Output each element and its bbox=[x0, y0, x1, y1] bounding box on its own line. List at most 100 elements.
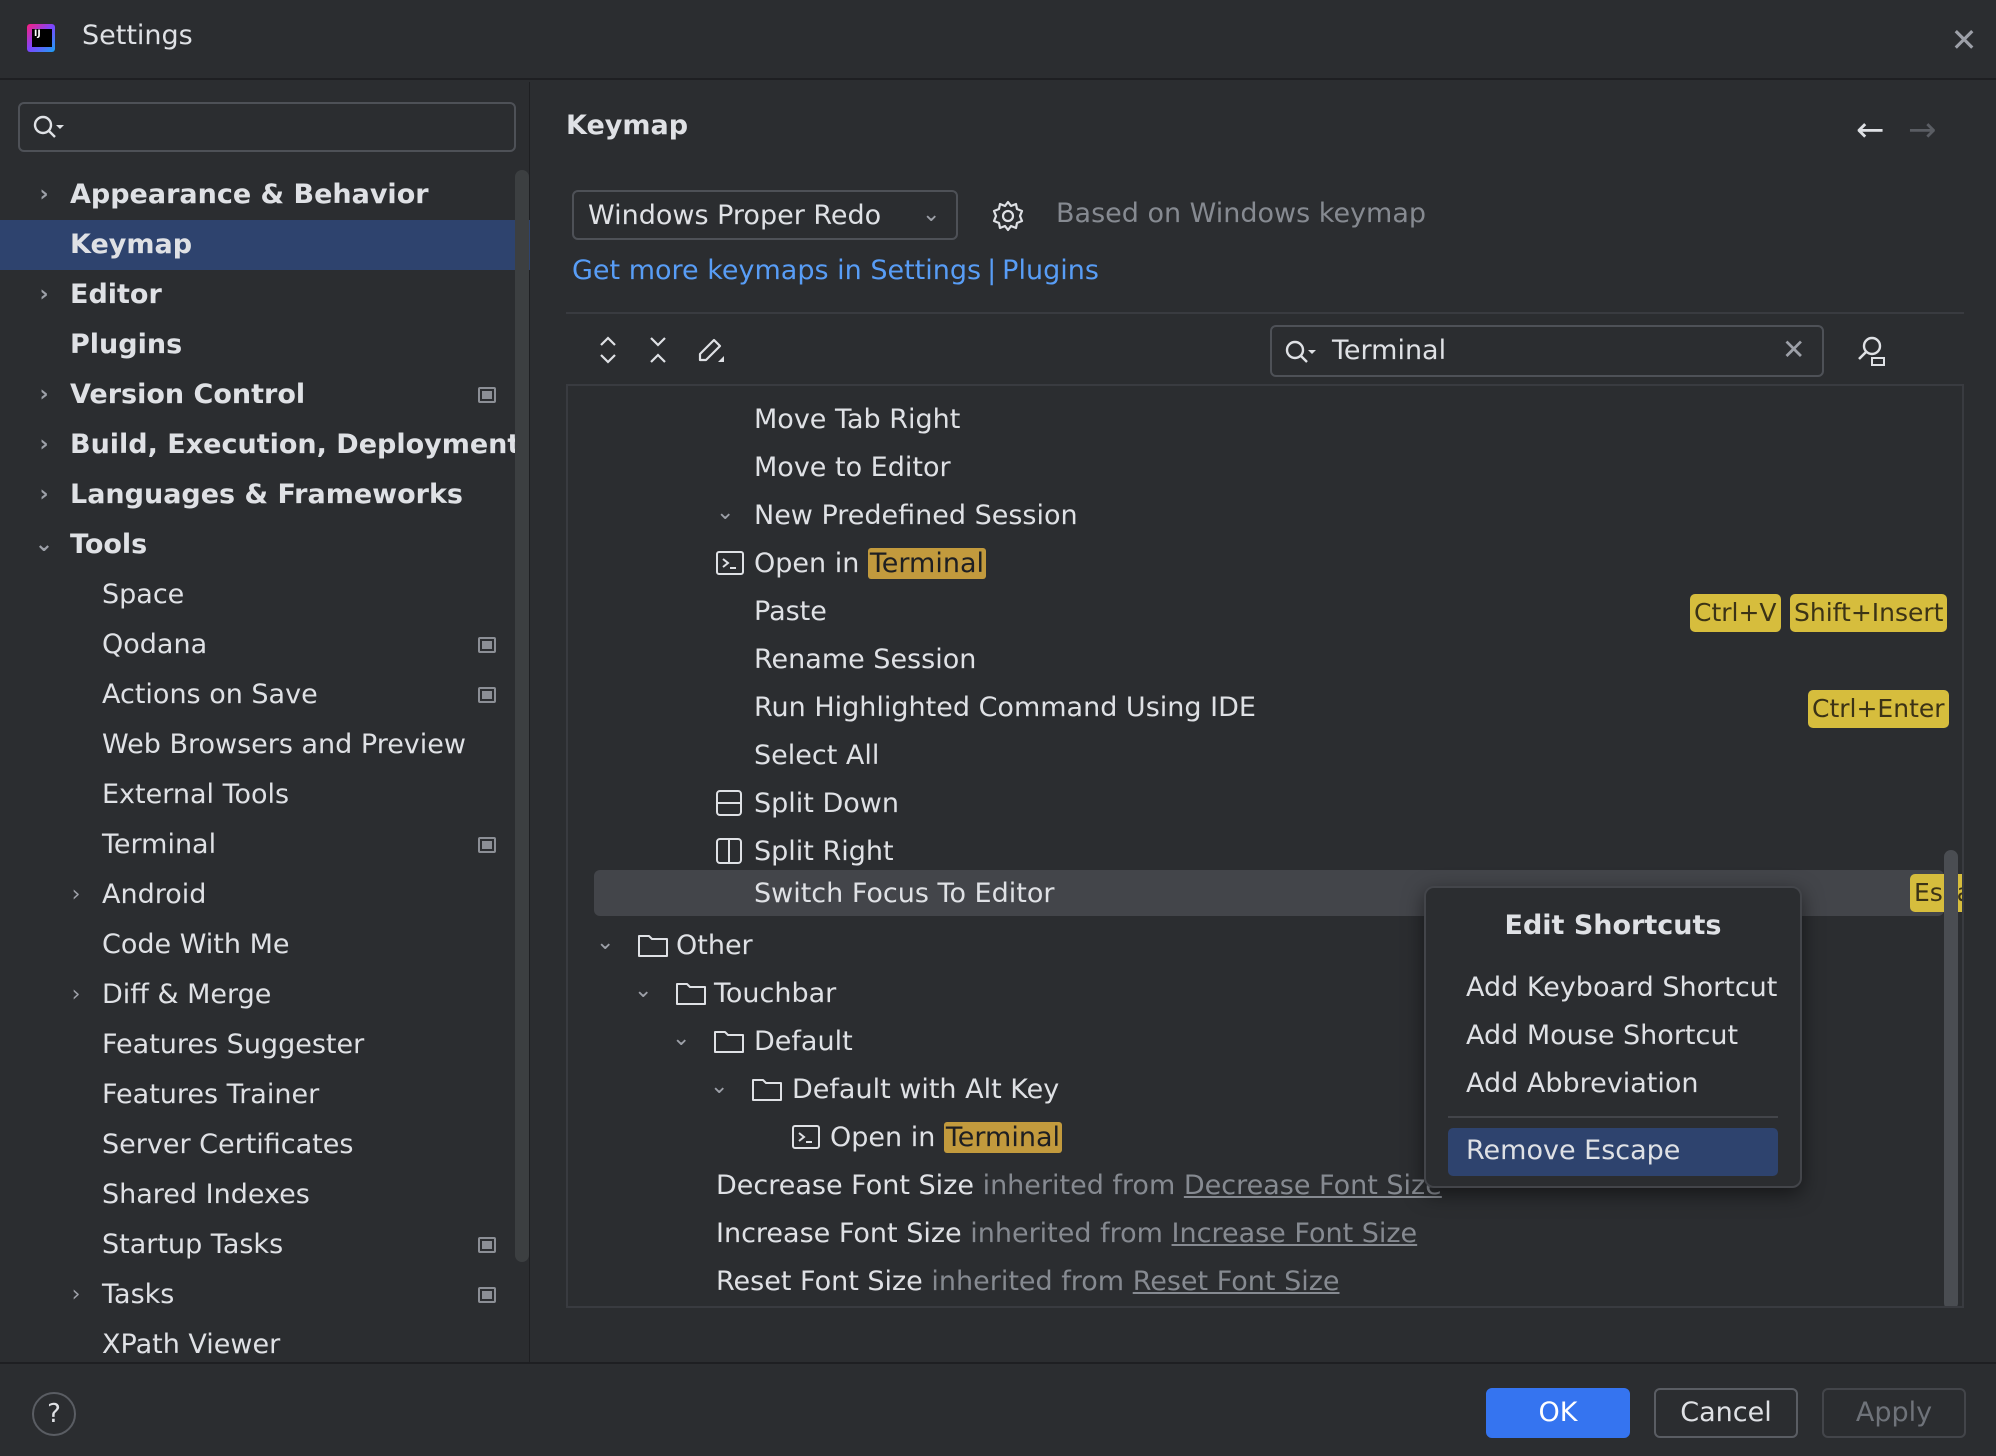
sidebar-scrollbar[interactable] bbox=[515, 170, 529, 1262]
sidebar-item[interactable]: › Diff & Merge bbox=[0, 970, 530, 1020]
sidebar-item-label: Diff & Merge bbox=[102, 979, 272, 1010]
sidebar-item[interactable]: External Tools bbox=[0, 770, 530, 820]
sidebar-item[interactable]: Space bbox=[0, 570, 530, 620]
shortcut-badge: Ctrl+V bbox=[1690, 594, 1781, 632]
actions-scrollbar[interactable] bbox=[1944, 850, 1958, 1306]
sidebar-item[interactable]: Web Browsers and Preview bbox=[0, 720, 530, 770]
sidebar-item[interactable]: › Editor bbox=[0, 270, 530, 320]
chevron-right-icon[interactable]: › bbox=[64, 970, 88, 1020]
add-mouse-shortcut-item[interactable]: Add Mouse Shortcut bbox=[1466, 1020, 1738, 1051]
sidebar-item[interactable]: Terminal bbox=[0, 820, 530, 870]
settings-search-input[interactable] bbox=[18, 102, 516, 152]
back-arrow-icon[interactable]: ← bbox=[1856, 110, 1885, 150]
sidebar-item[interactable]: Qodana bbox=[0, 620, 530, 670]
action-label: Move to Editor bbox=[754, 452, 951, 483]
action-row[interactable]: Paste Ctrl+V Shift+Insert bbox=[568, 590, 1962, 636]
sidebar-item[interactable]: ⌄ Tools bbox=[0, 520, 530, 570]
chevron-right-icon[interactable]: › bbox=[64, 870, 88, 920]
plugins-link[interactable]: Plugins bbox=[1002, 255, 1099, 286]
apply-button[interactable]: Apply bbox=[1822, 1388, 1966, 1438]
sidebar-item[interactable]: Startup Tasks bbox=[0, 1220, 530, 1270]
chevron-down-icon[interactable]: ⌄ bbox=[672, 1026, 690, 1051]
chevron-right-icon[interactable]: › bbox=[64, 1270, 88, 1320]
action-label: Open in bbox=[830, 1122, 936, 1153]
action-row[interactable]: Rename Session bbox=[568, 638, 1962, 684]
title-bar: Settings ✕ bbox=[0, 0, 1996, 80]
forward-arrow-icon[interactable]: → bbox=[1908, 110, 1937, 150]
clear-icon[interactable]: ✕ bbox=[1782, 333, 1805, 366]
action-row[interactable]: ⌄ New Predefined Session bbox=[568, 494, 1962, 540]
edit-shortcuts-popup: Edit Shortcuts Add Keyboard Shortcut Add… bbox=[1424, 886, 1802, 1188]
action-row[interactable]: Move Tab Right bbox=[568, 398, 1962, 444]
chevron-down-icon[interactable]: ⌄ bbox=[716, 500, 734, 525]
collapse-all-icon[interactable] bbox=[640, 332, 676, 368]
chevron-right-icon[interactable]: › bbox=[32, 470, 56, 520]
sidebar-item-label: Languages & Frameworks bbox=[70, 479, 464, 510]
action-row[interactable]: Split Down bbox=[568, 782, 1962, 828]
split-right-icon bbox=[716, 838, 742, 864]
action-row[interactable]: Reset Font Size inherited from Reset Fon… bbox=[568, 1260, 1962, 1306]
inherited-link[interactable]: Increase Font Size bbox=[1172, 1218, 1418, 1249]
inherited-link[interactable]: Reset Font Size bbox=[1133, 1266, 1340, 1297]
remove-shortcut-item[interactable]: Remove Escape bbox=[1448, 1128, 1778, 1176]
find-by-shortcut-icon[interactable] bbox=[1852, 332, 1888, 368]
chevron-down-icon[interactable]: ⌄ bbox=[634, 978, 652, 1003]
expand-all-icon[interactable] bbox=[590, 332, 626, 368]
add-keyboard-shortcut-item[interactable]: Add Keyboard Shortcut bbox=[1466, 972, 1777, 1003]
sidebar-item[interactable]: › Version Control bbox=[0, 370, 530, 420]
edit-pencil-icon[interactable] bbox=[692, 332, 728, 368]
sidebar-item[interactable]: › Languages & Frameworks bbox=[0, 470, 530, 520]
folder-icon bbox=[638, 935, 668, 957]
chevron-down-icon[interactable]: ⌄ bbox=[710, 1074, 728, 1099]
action-row[interactable]: Open in Terminal bbox=[568, 542, 1962, 588]
sidebar-item[interactable]: Shared Indexes bbox=[0, 1170, 530, 1220]
chevron-right-icon[interactable]: › bbox=[32, 270, 56, 320]
chevron-down-icon[interactable]: ⌄ bbox=[596, 930, 614, 955]
close-icon[interactable]: ✕ bbox=[1946, 22, 1982, 58]
action-filter-input[interactable]: Terminal ✕ bbox=[1270, 325, 1824, 377]
keymap-links: Get more keymaps in Settings | Plugins bbox=[572, 255, 1099, 286]
help-button[interactable]: ? bbox=[32, 1392, 76, 1436]
sidebar-item-label: Terminal bbox=[102, 829, 217, 860]
filter-value: Terminal bbox=[1332, 335, 1447, 366]
sidebar-item[interactable]: Actions on Save bbox=[0, 670, 530, 720]
action-row[interactable]: Increase Font Size inherited from Increa… bbox=[568, 1212, 1962, 1258]
sidebar-item[interactable]: Features Trainer bbox=[0, 1070, 530, 1120]
gear-icon[interactable] bbox=[990, 198, 1026, 234]
cancel-button[interactable]: Cancel bbox=[1654, 1388, 1798, 1438]
action-label: Reset Font Size bbox=[716, 1266, 923, 1297]
get-keymaps-link[interactable]: Get more keymaps in Settings bbox=[572, 255, 981, 286]
action-row[interactable]: Select All bbox=[568, 734, 1962, 780]
action-row[interactable]: Run Highlighted Command Using IDE Ctrl+E… bbox=[568, 686, 1962, 732]
inherited-link[interactable]: Decrease Font Size bbox=[1184, 1170, 1442, 1201]
chevron-right-icon[interactable]: › bbox=[32, 170, 56, 220]
sidebar-item[interactable]: Server Certificates bbox=[0, 1120, 530, 1170]
sidebar-item[interactable]: › Tasks bbox=[0, 1270, 530, 1320]
sidebar-item[interactable]: Plugins bbox=[0, 320, 530, 370]
sidebar-item-label: Shared Indexes bbox=[102, 1179, 310, 1210]
inherited-label: inherited from bbox=[970, 1218, 1163, 1249]
keymap-select[interactable]: Windows Proper Redo ⌄ bbox=[572, 190, 958, 240]
sidebar-item-label: Build, Execution, Deployment bbox=[70, 429, 521, 460]
terminal-icon bbox=[716, 551, 744, 575]
search-highlight: Terminal bbox=[867, 548, 987, 579]
chevron-right-icon[interactable]: › bbox=[32, 420, 56, 470]
chevron-down-icon[interactable]: ⌄ bbox=[32, 520, 56, 570]
sidebar-item-label: Space bbox=[102, 579, 185, 610]
sidebar-item[interactable]: › Android bbox=[0, 870, 530, 920]
sidebar-item-label: Android bbox=[102, 879, 207, 910]
action-label: Run Highlighted Command Using IDE bbox=[754, 692, 1256, 723]
action-row[interactable]: Move to Editor bbox=[568, 446, 1962, 492]
sidebar-item-label: Tasks bbox=[102, 1279, 175, 1310]
sidebar-item[interactable]: › Appearance & Behavior bbox=[0, 170, 530, 220]
sidebar-item[interactable]: Code With Me bbox=[0, 920, 530, 970]
sidebar-item-label: Qodana bbox=[102, 629, 208, 660]
chevron-right-icon[interactable]: › bbox=[32, 370, 56, 420]
sidebar-item[interactable]: Features Suggester bbox=[0, 1020, 530, 1070]
project-level-icon bbox=[478, 837, 496, 853]
sidebar-item[interactable]: › Build, Execution, Deployment bbox=[0, 420, 530, 470]
add-abbreviation-item[interactable]: Add Abbreviation bbox=[1466, 1068, 1698, 1099]
sidebar-item[interactable]: Keymap bbox=[0, 220, 530, 270]
ok-button[interactable]: OK bbox=[1486, 1388, 1630, 1438]
sidebar-item-label: Tools bbox=[70, 529, 148, 560]
